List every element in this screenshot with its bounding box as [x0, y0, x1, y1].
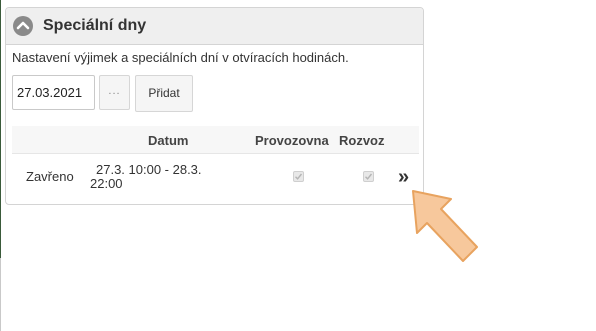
panel-title: Speciální dny — [43, 17, 147, 34]
panel-header[interactable]: Speciální dny — [6, 8, 423, 45]
special-days-panel: Speciální dny Nastavení výjimek a speciá… — [5, 7, 424, 205]
panel-description: Nastavení výjimek a speciálních dní v ot… — [12, 50, 349, 65]
column-header-date: Datum — [148, 133, 189, 148]
add-button[interactable]: Přidat — [135, 75, 193, 112]
column-header-provozovna: Provozovna — [255, 133, 329, 148]
double-chevron-right-icon[interactable]: » — [398, 167, 409, 187]
left-edge-accent — [0, 0, 1, 258]
date-input[interactable] — [12, 75, 95, 110]
column-header-rozvoz: Rozvoz — [339, 133, 385, 148]
provozovna-checkbox — [293, 171, 304, 182]
table-row: Zavřeno 27.3. 10:00 - 28.3. 22:00 » — [12, 154, 419, 199]
date-picker-button[interactable]: ... — [99, 75, 130, 110]
pointer-arrow-icon — [412, 190, 478, 262]
row-type: Zavřeno — [26, 169, 74, 184]
table-header: Datum Provozovna Rozvoz — [12, 126, 419, 154]
row-date-range: 27.3. 10:00 - 28.3. 22:00 — [90, 162, 202, 191]
rozvoz-checkbox — [363, 171, 374, 182]
collapse-chevron-up-icon[interactable] — [13, 16, 33, 36]
